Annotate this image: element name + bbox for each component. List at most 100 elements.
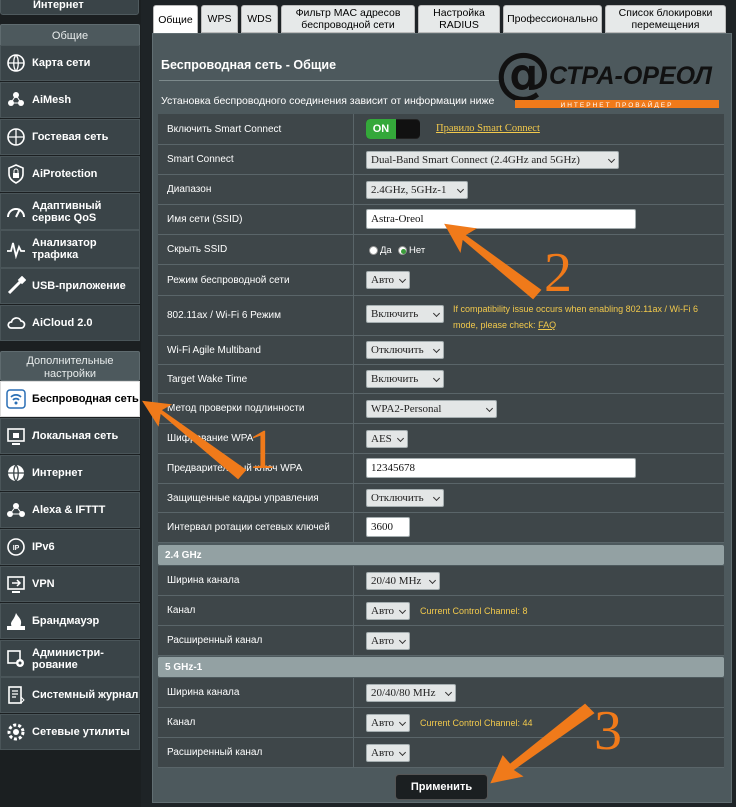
wpa-encryption-select[interactable]: AES xyxy=(366,430,408,448)
sidebar-item-vpn[interactable]: VPN xyxy=(0,566,140,602)
field-label: Предварительный ключ WPA xyxy=(158,454,354,483)
lan-icon xyxy=(6,426,26,446)
sidebar-item-guest-network[interactable]: Гостевая сеть xyxy=(0,119,140,155)
field-label: Канал xyxy=(158,708,354,737)
row-hide-ssid: Скрыть SSID Да Нет xyxy=(158,235,724,265)
channel-width-5-select[interactable]: 20/40/80 MHz xyxy=(366,684,456,702)
smart-connect-mode-select[interactable]: Dual-Band Smart Connect (2.4GHz and 5GHz… xyxy=(366,151,619,169)
sidebar-item-ipv6[interactable]: IP IPv6 xyxy=(0,529,140,565)
field-label: Smart Connect xyxy=(158,145,354,174)
wifi6-select[interactable]: Включить xyxy=(366,305,444,323)
channel-24-select[interactable]: Авто xyxy=(366,602,410,620)
sidebar-item-aiprotection[interactable]: AiProtection xyxy=(0,156,140,192)
sidebar-item-alexa[interactable]: Alexa & IFTTT xyxy=(0,492,140,528)
field-label: Wi-Fi Agile Multiband xyxy=(158,336,354,364)
sidebar-item-usb[interactable]: USB-приложение xyxy=(0,268,140,304)
sidebar-item-wireless[interactable]: Беспроводная сеть xyxy=(0,381,140,417)
tab-general[interactable]: Общие xyxy=(153,5,198,34)
page-title: Беспроводная сеть - Общие xyxy=(161,58,337,72)
sidebar-item-network-map[interactable]: Карта сети xyxy=(0,45,140,81)
sidebar-item-label: VPN xyxy=(32,578,55,590)
tab-mac-filter[interactable]: Фильтр MAC адресов беспроводной сети xyxy=(281,5,415,33)
auth-select[interactable]: WPA2-Personal xyxy=(366,400,497,418)
sidebar-item-internet[interactable]: Интернет xyxy=(0,455,140,491)
tab-radius[interactable]: Настройка RADIUS xyxy=(418,5,500,33)
field-label: 802.11ax / Wi-Fi 6 Режим xyxy=(158,296,354,335)
sidebar-item-label: Беспроводная сеть xyxy=(32,393,139,405)
sidebar-item-label: AiMesh xyxy=(32,94,72,106)
page-description: Установка беспроводного соединения завис… xyxy=(161,95,495,107)
faq-link[interactable]: FAQ xyxy=(538,320,556,330)
sidebar-header-general: Общие xyxy=(0,24,140,47)
title-divider xyxy=(159,80,499,81)
row-wpa-key: Предварительный ключ WPA 12345678 xyxy=(158,454,724,484)
sidebar-item-aimesh[interactable]: AiMesh xyxy=(0,82,140,118)
network-map-icon xyxy=(6,53,26,73)
system-log-icon xyxy=(6,685,26,705)
ssid-input[interactable]: Astra-Oreol xyxy=(366,209,636,229)
sidebar-item-lan[interactable]: Локальная сеть xyxy=(0,418,140,454)
pmf-select[interactable]: Отключить xyxy=(366,489,444,507)
wpa-key-input[interactable]: 12345678 xyxy=(366,458,636,478)
sidebar-item-administration[interactable]: Администри-рование xyxy=(0,640,140,677)
sidebar-item-system-log[interactable]: Системный журнал xyxy=(0,677,140,713)
apply-button[interactable]: Применить xyxy=(395,774,488,800)
toggle-knob xyxy=(396,120,420,138)
ext-channel-24-select[interactable]: Авто xyxy=(366,632,410,650)
ext-channel-5-select[interactable]: Авто xyxy=(366,744,410,762)
sidebar-item-label: Системный журнал xyxy=(32,689,139,701)
twt-select[interactable]: Включить xyxy=(366,370,444,388)
tab-wps[interactable]: WPS xyxy=(201,5,238,33)
field-label: Ширина канала xyxy=(158,678,354,707)
field-label: Защищенные кадры управления xyxy=(158,484,354,512)
key-rotation-input[interactable]: 3600 xyxy=(366,517,410,537)
smart-connect-rule-link[interactable]: Правило Smart Connect xyxy=(436,123,540,134)
field-label: Расширенный канал xyxy=(158,626,354,655)
field-label: Скрыть SSID xyxy=(158,235,354,264)
sidebar-item-network-tools[interactable]: Сетевые утилиты xyxy=(0,714,140,750)
row-5-channel: Канал Авто Current Control Channel: 44 xyxy=(158,708,724,738)
sidebar-item-label: Администри-рование xyxy=(32,646,104,671)
field-label: Включить Smart Connect xyxy=(158,114,354,144)
agile-select[interactable]: Отключить xyxy=(366,341,444,359)
row-ssid: Имя сети (SSID) Astra-Oreol xyxy=(158,205,724,235)
sidebar-item-aicloud[interactable]: AiCloud 2.0 xyxy=(0,305,140,341)
row-5-ext: Расширенный канал Авто xyxy=(158,738,724,768)
channel-5-select[interactable]: Авто xyxy=(366,714,410,732)
toggle-on-label: ON xyxy=(366,119,396,139)
firewall-icon xyxy=(6,611,26,631)
tab-wds[interactable]: WDS xyxy=(241,5,278,33)
aimesh-icon xyxy=(6,90,26,110)
channel-width-24-select[interactable]: 20/40 MHz xyxy=(366,572,440,590)
radio-label: Да xyxy=(380,245,392,256)
hide-ssid-yes-radio[interactable]: Да xyxy=(369,245,392,256)
current-channel-5-note: Current Control Channel: 44 xyxy=(420,718,533,728)
field-label: Шифрование WPA xyxy=(158,424,354,453)
row-24-width: Ширина канала 20/40 MHz xyxy=(158,566,724,596)
field-label: Расширенный канал xyxy=(158,738,354,767)
tab-roaming-blocklist[interactable]: Список блокировки перемещения xyxy=(605,5,726,33)
band-select[interactable]: 2.4GHz, 5GHz-1 xyxy=(366,181,468,199)
row-wireless-mode: Режим беспроводной сети Авто xyxy=(158,265,724,296)
hide-ssid-no-radio[interactable]: Нет xyxy=(398,245,425,256)
provider-logo: @ СТРА-ОРЕОЛ ИНТЕРНЕТ ПРОВАЙДЕР xyxy=(495,42,719,108)
usb-icon xyxy=(6,276,26,296)
sidebar-item-label: Интернет xyxy=(32,467,83,479)
sidebar-item-traffic-analyzer[interactable]: Анализатор трафика xyxy=(0,230,140,268)
field-label: Канал xyxy=(158,596,354,625)
sidebar-item-firewall[interactable]: Брандмауэр xyxy=(0,603,140,639)
row-band: Диапазон 2.4GHz, 5GHz-1 xyxy=(158,175,724,205)
traffic-analyzer-icon xyxy=(6,239,26,259)
sidebar-item-internet-top[interactable]: Интернет xyxy=(0,0,139,15)
svg-text:@: @ xyxy=(495,42,551,106)
ipv6-icon: IP xyxy=(6,537,26,557)
tab-professional[interactable]: Профессионально xyxy=(503,5,602,33)
smart-connect-toggle[interactable]: ON xyxy=(366,119,420,139)
sidebar-item-qos[interactable]: Адаптивный сервис QoS xyxy=(0,193,140,230)
qos-gauge-icon xyxy=(6,202,26,222)
guest-network-icon xyxy=(6,127,26,147)
sidebar-item-label: Сетевые утилиты xyxy=(32,726,130,738)
sidebar-item-label: Брандмауэр xyxy=(32,615,100,627)
wireless-mode-select[interactable]: Авто xyxy=(366,271,410,289)
row-24-channel: Канал Авто Current Control Channel: 8 xyxy=(158,596,724,626)
